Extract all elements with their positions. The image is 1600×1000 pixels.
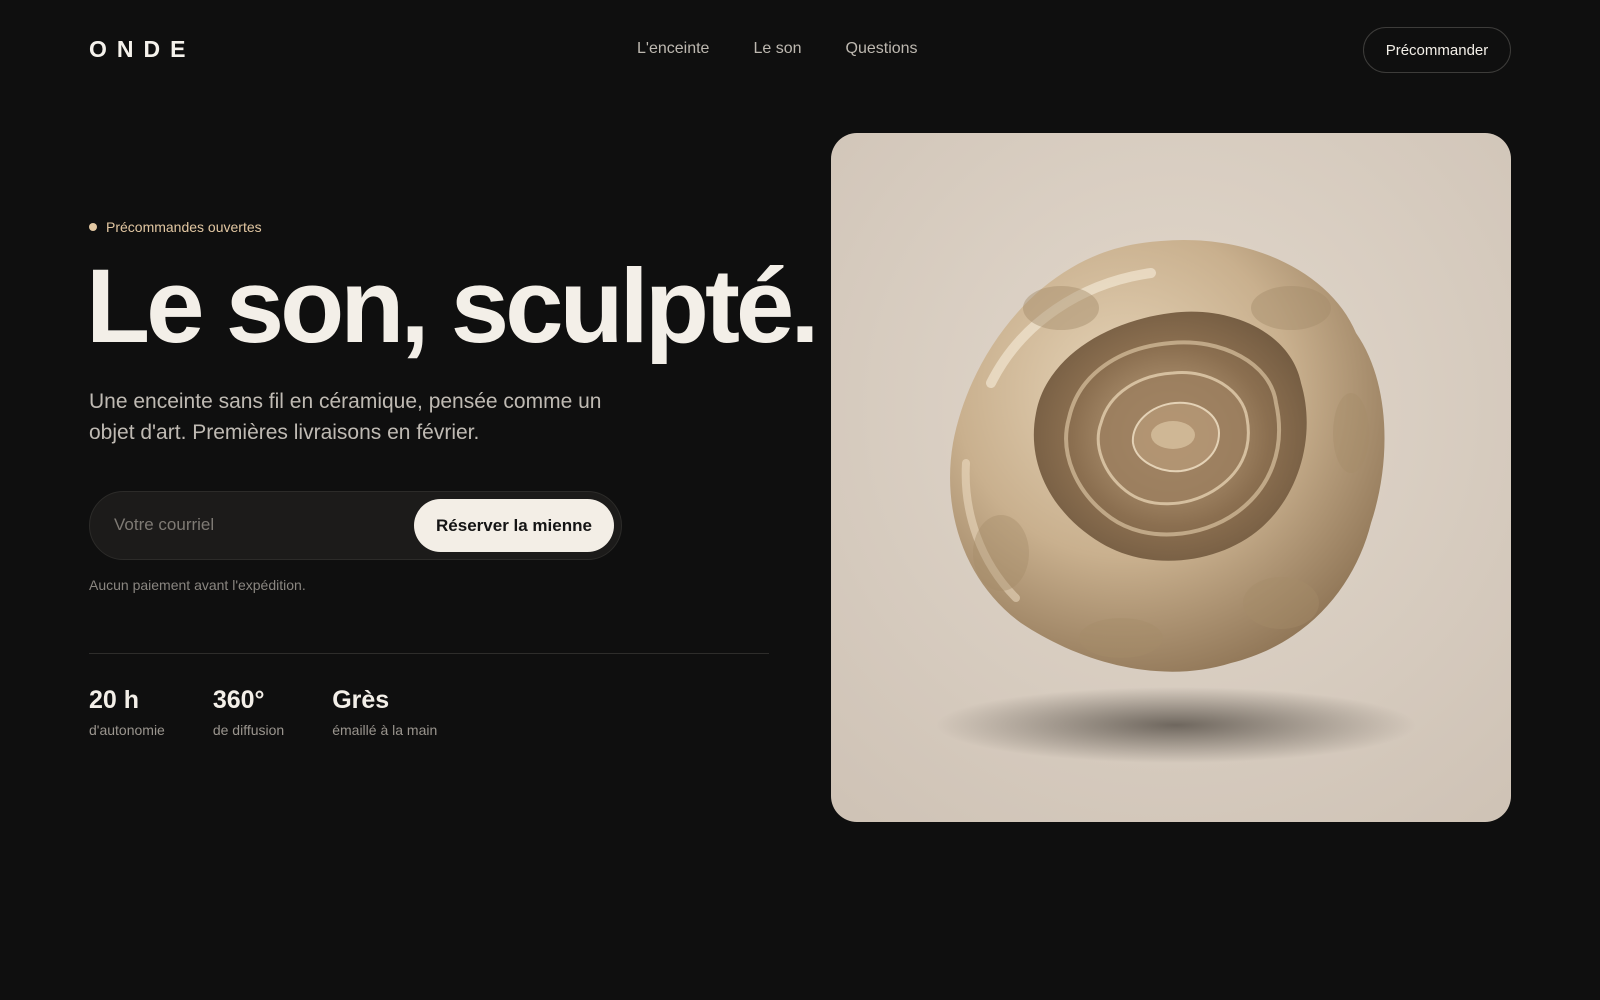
stat-label: émaillé à la main: [332, 722, 438, 738]
landing-page: ONDE L'enceinte Le son Questions Précomm…: [0, 0, 1600, 1000]
main-nav: L'enceinte Le son Questions: [637, 40, 918, 58]
hero-headline: Le son, sculpté.: [86, 248, 819, 365]
stat-battery: 20 h d'autonomie: [89, 684, 165, 738]
preorder-button[interactable]: Précommander: [1363, 27, 1511, 73]
stat-value: Grès: [332, 686, 390, 714]
preorder-status-label: Précommandes ouvertes: [106, 219, 262, 235]
payment-note: Aucun paiement avant l'expédition.: [89, 577, 306, 593]
nav-link-sound[interactable]: Le son: [753, 40, 801, 58]
nav-link-questions[interactable]: Questions: [846, 40, 918, 58]
reserve-button[interactable]: Réserver la mienne: [414, 499, 614, 552]
stat-value: 360°: [212, 686, 265, 714]
nav-link-speaker[interactable]: L'enceinte: [637, 40, 709, 58]
stat-label: d'autonomie: [89, 722, 165, 738]
email-input[interactable]: [114, 510, 394, 540]
hero-description: Une enceinte sans fil en céramique, pens…: [89, 390, 602, 444]
stat-diffusion: 360° de diffusion: [213, 684, 284, 738]
stats-row: 20 h d'autonomie 360° de diffusion Grès …: [89, 684, 485, 738]
stat-label: de diffusion: [212, 722, 285, 738]
status-dot-icon: [89, 223, 97, 231]
stat-value: 20 h: [89, 686, 140, 714]
divider: [89, 653, 769, 654]
brand-logo[interactable]: ONDE: [89, 36, 195, 63]
ceramic-speaker-image: [831, 133, 1511, 822]
preorder-status: Précommandes ouvertes: [89, 219, 262, 235]
stat-material: Grès émaillé à la main: [332, 684, 437, 738]
reservation-form: Réserver la mienne: [89, 491, 622, 560]
